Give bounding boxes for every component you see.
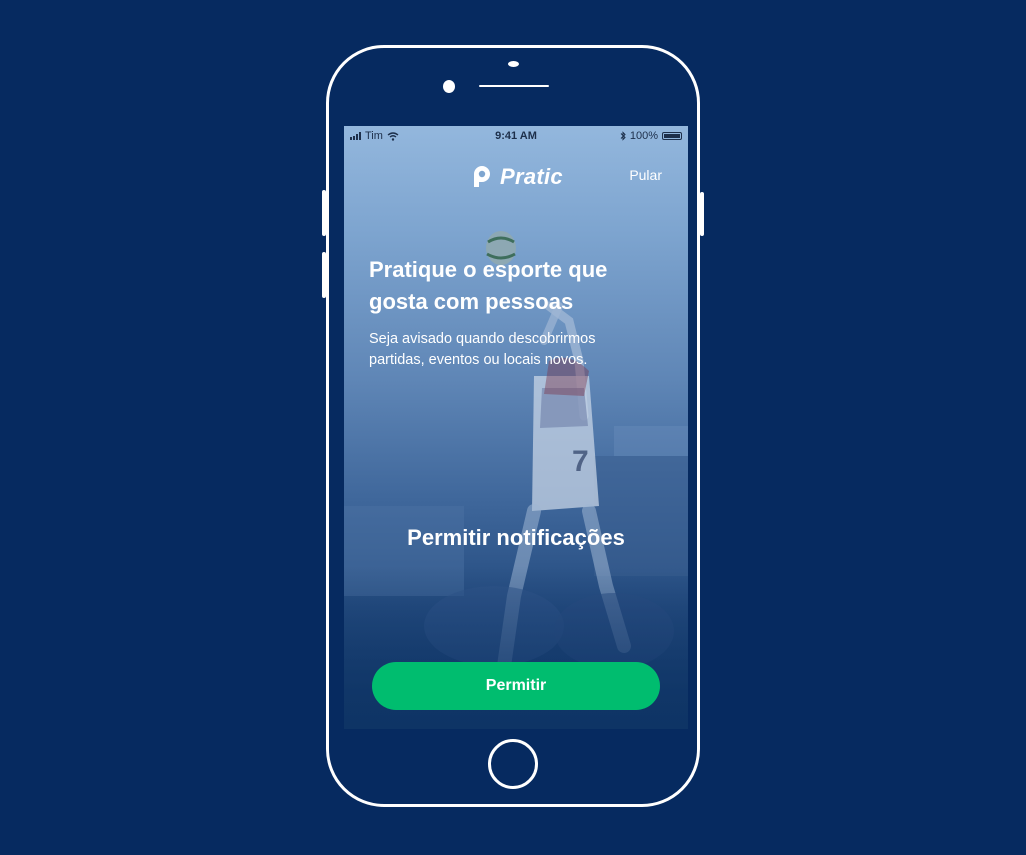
battery-percent: 100% xyxy=(629,130,658,142)
background-photo: 7 xyxy=(344,231,688,729)
app-logo: Pratic xyxy=(470,164,563,190)
headline-line-1: Pratique o esporte que xyxy=(369,257,608,282)
skip-button[interactable]: Pular xyxy=(629,167,662,183)
headline: Pratique o esporte que gosta com pessoas xyxy=(369,254,669,318)
pratic-logo-icon xyxy=(474,166,490,187)
earpiece-speaker xyxy=(479,85,549,87)
subheadline-line-2: partidas, eventos ou locais novos. xyxy=(369,352,588,368)
notifications-title: Permitir notificações xyxy=(407,525,625,550)
allow-button[interactable]: Permitir xyxy=(372,662,660,710)
status-right: 100% xyxy=(620,130,682,142)
status-bar: Tim 9:41 AM 100% xyxy=(344,126,688,146)
battery-icon xyxy=(662,132,682,140)
allow-button-label: Permitir xyxy=(485,677,547,694)
front-camera xyxy=(443,80,455,93)
app-screen: 7 Tim 9:41 AM 100% Pratic Pular Pratique… xyxy=(344,126,688,729)
svg-text:7: 7 xyxy=(572,445,589,478)
subheadline: Seja avisado quando descobrirmos partida… xyxy=(369,329,659,371)
headline-line-2: gosta com pessoas xyxy=(369,289,574,314)
home-button[interactable] xyxy=(488,739,538,789)
bluetooth-icon xyxy=(620,131,626,141)
app-header: Pratic Pular xyxy=(344,162,688,192)
phone-power-button xyxy=(700,192,704,236)
mockup-stage: 7 Tim 9:41 AM 100% Pratic Pular Pratique… xyxy=(0,0,1026,855)
logo-text: Pratic xyxy=(500,164,563,189)
proximity-sensor xyxy=(508,61,519,67)
subheadline-line-1: Seja avisado quando descobrirmos xyxy=(369,331,596,347)
